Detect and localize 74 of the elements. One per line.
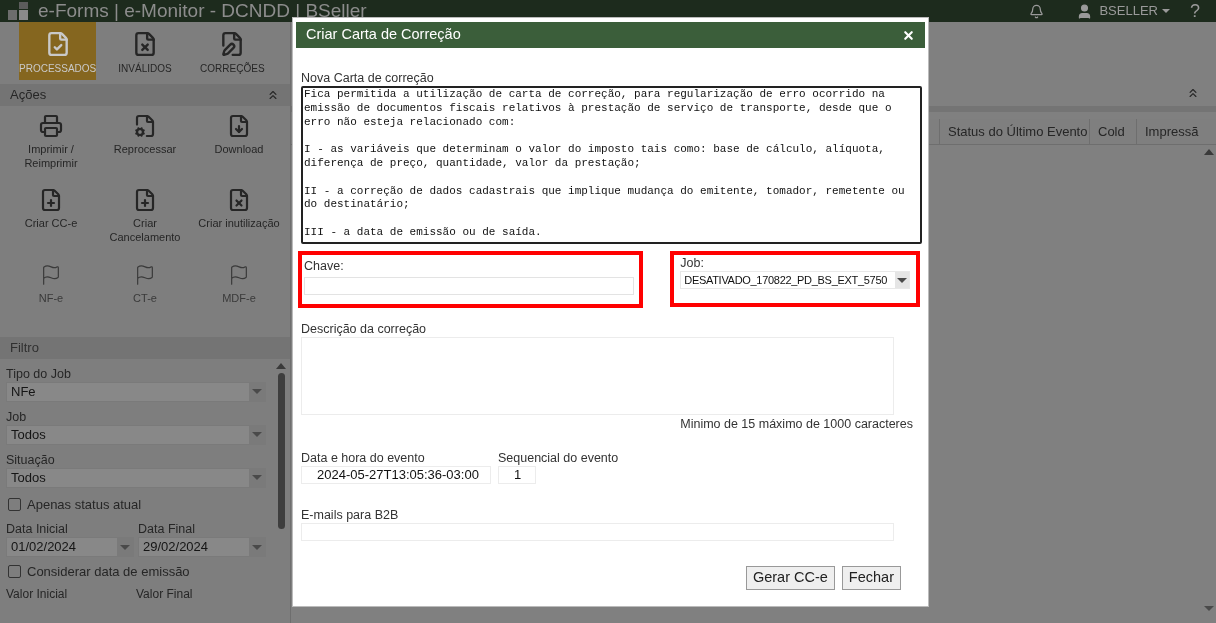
dropdown-arrow-icon (1204, 606, 1214, 611)
key-input-field[interactable] (304, 277, 634, 295)
document-plus-icon (39, 188, 63, 212)
dialog-button[interactable]: Gerar CC-e (745, 566, 835, 590)
nav-tab[interactable]: CORREÇÕES (193, 22, 271, 80)
hint-text: Minimo de 15 máximo de 1000 caracteres (680, 417, 913, 432)
action-button[interactable]: Criar CC-e (4, 188, 98, 250)
action-button[interactable]: Criar Cancelamento (98, 188, 192, 250)
column-header[interactable]: Impressã (1136, 119, 1200, 144)
field-label: Descrição da correção (301, 322, 428, 337)
dropdown-arrow-icon (897, 277, 907, 283)
dropdown-field[interactable]: 01/02/2024 (6, 537, 134, 557)
field-label: Situação (6, 451, 56, 468)
dropdown-arrow-icon (252, 389, 262, 394)
printer-icon (39, 114, 63, 138)
document-gear-icon (133, 114, 157, 138)
column-header[interactable]: Status do Último Evento (939, 119, 1089, 144)
help-button[interactable]: ? (1190, 0, 1200, 25)
collapse-icon[interactable] (266, 88, 280, 102)
document-x-icon (227, 188, 251, 212)
job-dropdown[interactable]: DESATIVADO_170822_PD_BS_EXT_5750 (680, 271, 910, 289)
close-button[interactable] (902, 28, 915, 42)
flag-icon (228, 264, 250, 286)
field-label: E-mails para B2B (301, 508, 400, 523)
document-type-button[interactable]: NF-e (4, 264, 98, 307)
field-label: Nova Carta de correção (301, 71, 435, 86)
document-x-icon (132, 31, 158, 57)
dropdown-arrow-icon (252, 475, 262, 480)
field-label: Valor Final (136, 586, 194, 601)
field-label: Data Final (138, 521, 196, 537)
field-label: Valor Inicial (6, 586, 69, 601)
dropdown-field[interactable]: Todos (6, 467, 266, 488)
sequence-field[interactable]: 1 (498, 466, 536, 484)
checkbox-label: Apenas status atual (27, 495, 142, 514)
dropdown-arrow-icon (120, 544, 130, 550)
column-header[interactable]: Cold (1089, 119, 1136, 144)
dropdown-arrow-icon (252, 432, 262, 437)
dropdown-field[interactable]: Todos (6, 424, 266, 445)
dialog-button[interactable]: Fechar (841, 566, 901, 590)
dropdown-field[interactable]: 29/02/2024 (138, 537, 266, 557)
document-plus-icon (133, 188, 157, 212)
user-menu[interactable]: BSELLER (1099, 1, 1170, 21)
section-title: Ações (10, 86, 47, 105)
section-title: Filtro (10, 338, 39, 357)
dialog-title: Criar Carta de Correção (306, 25, 461, 45)
collapse-icon[interactable] (1186, 86, 1200, 100)
dropdown-arrow-icon (252, 544, 262, 550)
dropdown-field[interactable]: NFe (6, 381, 266, 402)
document-type-button[interactable]: CT-e (98, 264, 192, 307)
action-button[interactable]: Imprimir / Reimprimir (4, 114, 98, 176)
checkbox[interactable] (8, 497, 21, 511)
checkbox-label: Considerar data de emissão (27, 563, 190, 581)
document-download-icon (227, 114, 251, 138)
action-button[interactable]: Download (192, 114, 286, 176)
flag-icon (134, 264, 156, 286)
field-label: Data Inicial (6, 521, 69, 537)
checkbox[interactable] (8, 565, 21, 579)
scroll-up-icon (1204, 149, 1214, 155)
nav-tab[interactable]: INVÁLIDOS (106, 22, 184, 80)
field-label: Chave: (304, 259, 345, 274)
field-label: Tipo do Job (6, 365, 72, 382)
flag-icon (40, 264, 62, 286)
event-date-field[interactable]: 2024-05-27T13:05:36-03:00 (301, 466, 491, 484)
field-label: Data e hora do evento (301, 451, 426, 466)
letter-text-area[interactable]: Fica permitida a utilização de carta de correção, para regularização de erro ocorrido na emissão de documentos fiscais relativos à prestação de serviço de transporte, desde que o erro não esteja relacionado com: I - as variáveis que determinam o valor do imposto tais como: base de cálculo, alíquota, diferença de preço, quantidade, valor da prestação; II - a correção de dados cadastrais que implique mudança do emitente, tomador, remetente ou do destinatário; III - a data de emissão ou de saída. (301, 86, 922, 244)
field-label: Job: (680, 256, 705, 271)
notification-bell-icon[interactable] (1029, 3, 1045, 19)
document-type-button[interactable]: MDF-e (192, 264, 286, 307)
action-button[interactable]: Reprocessar (98, 114, 192, 176)
action-button[interactable]: Criar inutilização (192, 188, 286, 250)
app-logo-icon (8, 2, 30, 20)
field-label: Job (6, 408, 28, 425)
field-label: Sequencial do evento (498, 451, 619, 466)
nav-tab[interactable]: PROCESSADOS (19, 22, 97, 80)
